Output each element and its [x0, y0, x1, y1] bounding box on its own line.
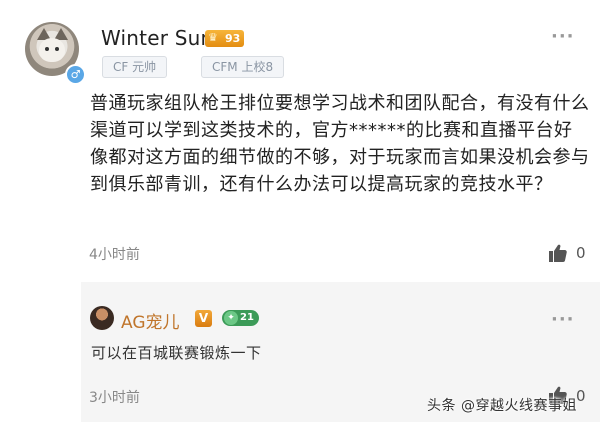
game-rank-tag-cf: CF 元帅 — [102, 56, 168, 78]
source-watermark: 头条 @穿越火线赛事姐 — [427, 398, 577, 414]
male-icon: ♂ — [65, 64, 86, 85]
game-rank-tag-cfm: CFM 上校8 — [201, 56, 285, 78]
avatar-face — [39, 38, 65, 62]
post-content: 普通玩家组队枪王排位要想学习战术和团队配合，有没有什么渠道可以学到这类技术的，官… — [90, 93, 590, 195]
crown-icon: ♛ — [208, 31, 218, 44]
reply-timestamp: 3小时前 — [89, 390, 140, 406]
avatar-eye — [45, 47, 49, 51]
level-gem-icon: ✦ — [224, 311, 238, 325]
reply-more-menu-icon[interactable]: ··· — [551, 309, 575, 330]
avatar-eye — [55, 47, 59, 51]
user-level-badge: ♛ 93 — [205, 30, 245, 47]
verified-badge: V — [195, 310, 212, 327]
reply-username[interactable]: AG宠儿 — [121, 308, 180, 333]
reply-user-avatar[interactable] — [90, 306, 114, 330]
reply-like-count: 0 — [576, 387, 586, 405]
thumbs-up-icon — [549, 244, 567, 262]
post-like-count: 0 — [576, 244, 586, 262]
post-username[interactable]: Winter Sun — [101, 26, 213, 50]
reply-level-value: 21 — [240, 312, 254, 323]
reply-level-badge: ✦ 21 — [222, 310, 259, 326]
post-like-button[interactable] — [548, 243, 568, 267]
reply-content: 可以在百城联赛锻炼一下 — [91, 344, 262, 362]
post-timestamp: 4小时前 — [89, 247, 140, 263]
user-level-value: 93 — [225, 32, 241, 45]
post-more-menu-icon[interactable]: ··· — [551, 26, 575, 47]
